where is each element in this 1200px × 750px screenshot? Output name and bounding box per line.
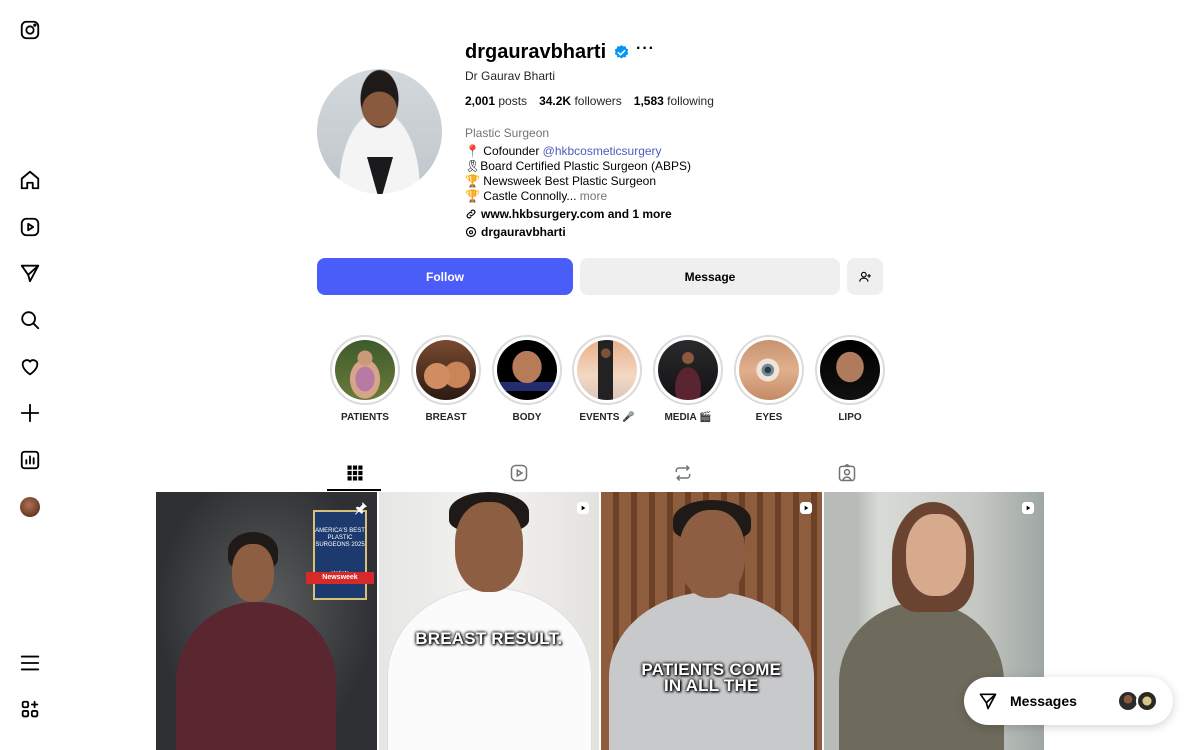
highlight-cover (739, 340, 799, 400)
post-tile[interactable]: PATIENTS COME IN ALL THE (601, 492, 822, 750)
badge-brand: Newsweek (306, 572, 374, 584)
suggest-accounts-button[interactable] (847, 258, 883, 295)
highlight-cover (497, 340, 557, 400)
home-icon[interactable] (18, 168, 42, 192)
threads-profile-link[interactable]: drgauravbharti (465, 225, 566, 239)
followers-count[interactable]: 34.2K followers (539, 94, 622, 108)
add-user-icon (859, 271, 871, 282)
profile-picture-shirt (367, 157, 393, 194)
search-icon[interactable] (18, 308, 42, 332)
grid-icon (347, 465, 362, 480)
post-person (176, 602, 336, 750)
tab-reels[interactable] (505, 459, 532, 486)
more-apps-icon[interactable] (18, 698, 42, 722)
instagram-logo-icon[interactable] (18, 18, 42, 42)
follow-button[interactable]: Follow (317, 258, 573, 295)
posts-count: 2,001 posts (465, 94, 528, 108)
messages-launcher[interactable]: Messages (964, 677, 1173, 725)
highlight-breast[interactable]: BREAST (411, 335, 481, 423)
post-caption-overlay: PATIENTS COME IN ALL THE (641, 660, 782, 695)
highlight-label: LIPO (838, 412, 862, 423)
highlight-label: BREAST (425, 412, 467, 423)
reel-indicator-icon (577, 502, 589, 514)
profile-bio: 📍 Cofounder @hkbcosmeticsurgery 🎗Board C… (465, 144, 691, 204)
post-person (838, 602, 1004, 750)
reels-icon[interactable] (18, 215, 42, 239)
profile-category: Plastic Surgeon (465, 126, 550, 140)
highlight-label: BODY (512, 412, 542, 423)
bio-line-3: 🏆 Newsweek Best Plastic Surgeon (465, 174, 657, 188)
direct-send-icon (979, 693, 997, 710)
sidebar-nav (0, 0, 60, 750)
bio-mention-link[interactable]: @hkbcosmeticsurgery (543, 144, 662, 158)
highlight-events[interactable]: EVENTS 🎤 (572, 335, 642, 423)
heart-icon[interactable] (18, 355, 42, 379)
messages-label: Messages (1010, 693, 1077, 709)
profile-website-link[interactable]: www.hkbsurgery.com and 1 more (465, 207, 672, 221)
profile-stats: 2,001 posts 34.2K followers 1,583 follow… (465, 94, 714, 108)
highlight-label: EVENTS 🎤 (579, 412, 635, 423)
menu-hamburger-icon[interactable] (18, 651, 42, 675)
highlight-media[interactable]: MEDIA 🎬 (653, 335, 723, 423)
highlight-lipo[interactable]: LIPO (815, 335, 885, 423)
bio-line-4: 🏆 Castle Connolly... more (465, 189, 608, 203)
highlight-cover (335, 340, 395, 400)
repost-icon (675, 464, 690, 481)
reels-icon (510, 464, 527, 481)
profile-username: drgauravbharti (465, 41, 607, 63)
create-plus-icon[interactable] (18, 401, 42, 425)
highlight-eyes[interactable]: EYES (734, 335, 804, 423)
post-caption-overlay: BREAST RESULT. (415, 629, 563, 648)
post-person (386, 587, 592, 750)
profile-full-name: Dr Gaurav Bharti (465, 69, 556, 83)
highlight-cover (577, 340, 637, 400)
verified-badge-icon (614, 45, 629, 59)
highlight-label: PATIENTS (341, 412, 389, 423)
following-count[interactable]: 1,583 following (634, 94, 714, 108)
tab-posts[interactable] (341, 459, 368, 486)
bio-line-1: 📍 Cofounder @hkbcosmeticsurgery (465, 144, 662, 158)
tab-reposts[interactable] (669, 459, 696, 486)
posts-grid: AMERICA'S BEST PLASTIC SURGEONS 2025 sta… (156, 492, 1044, 750)
message-avatar (1136, 690, 1158, 712)
tab-tagged[interactable] (833, 459, 860, 486)
active-tab-indicator (327, 489, 381, 491)
highlight-cover (416, 340, 476, 400)
insights-chart-icon[interactable] (18, 448, 42, 472)
profile-picture[interactable] (317, 69, 442, 194)
pinned-icon (354, 502, 367, 515)
highlight-patients[interactable]: PATIENTS (330, 335, 400, 423)
highlight-label: MEDIA 🎬 (664, 412, 712, 423)
direct-send-icon[interactable] (18, 261, 42, 285)
bio-more-link[interactable]: more (576, 189, 607, 203)
website-link-text[interactable]: www.hkbsurgery.com and 1 more (481, 207, 672, 221)
highlight-label: EYES (755, 412, 783, 423)
link-icon (466, 209, 476, 219)
profile-avatar-icon[interactable] (20, 497, 40, 517)
threads-icon (465, 226, 477, 238)
post-person-head (679, 510, 745, 598)
reel-indicator-icon (1022, 502, 1034, 514)
highlight-body[interactable]: BODY (492, 335, 562, 423)
post-person-head (905, 514, 966, 596)
badge-plaque: AMERICA'S BEST PLASTIC SURGEONS 2025 sta… (313, 510, 367, 600)
post-person-head (454, 502, 523, 592)
post-person-head (232, 544, 274, 602)
threads-handle-text[interactable]: drgauravbharti (481, 225, 566, 239)
highlight-cover (820, 340, 880, 400)
highlight-cover (658, 340, 718, 400)
badge-title: AMERICA'S BEST PLASTIC SURGEONS 2025 (315, 528, 365, 548)
more-options-button[interactable]: ··· (636, 40, 655, 58)
reel-indicator-icon (799, 502, 812, 514)
message-button[interactable]: Message (580, 258, 840, 295)
post-tile[interactable]: AMERICA'S BEST PLASTIC SURGEONS 2025 sta… (156, 492, 377, 750)
bio-line-2: 🎗Board Certified Plastic Surgeon (ABPS) (465, 159, 691, 173)
tagged-icon (838, 463, 855, 481)
post-tile[interactable]: BREAST RESULT. (378, 492, 599, 750)
